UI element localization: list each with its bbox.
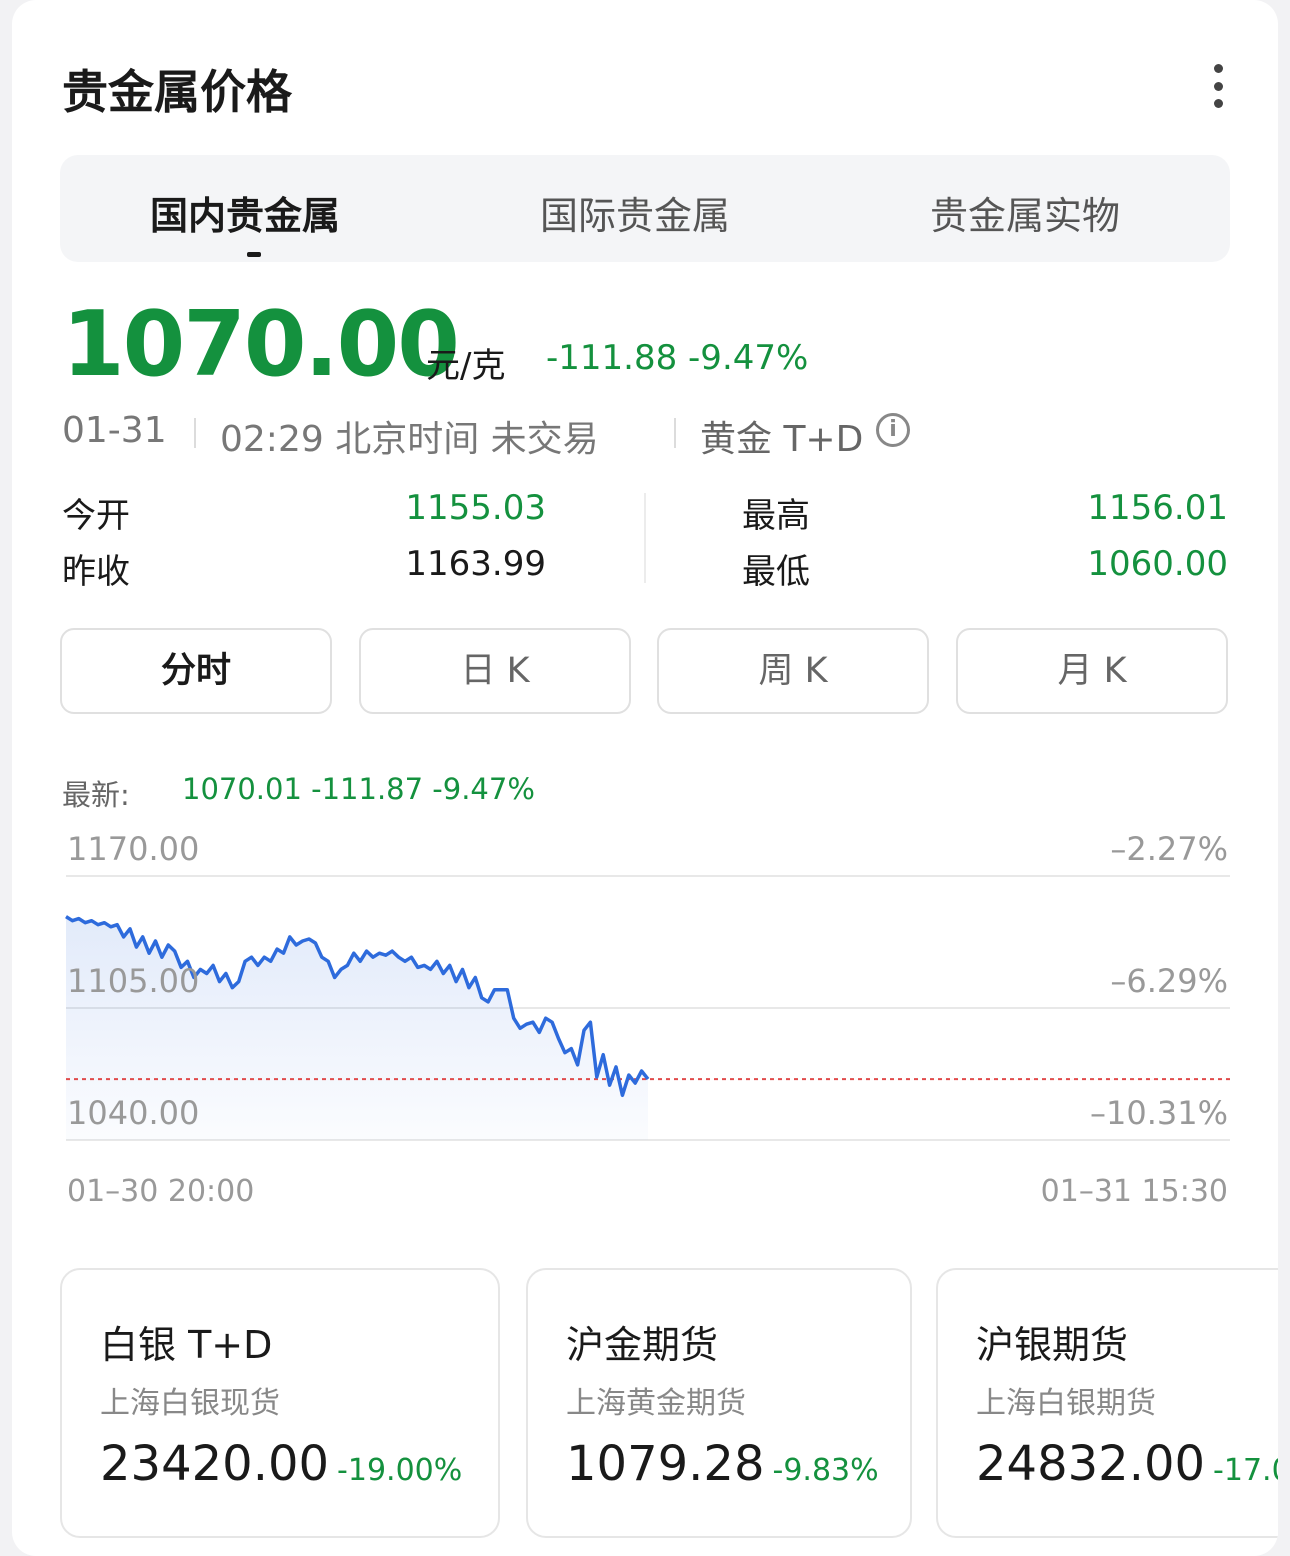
market-price: 23420.00 [100,1436,330,1492]
market-card-silver-futures[interactable]: 沪银期货 上海白银期货 24832.00-17.0 [936,1268,1278,1538]
market-name: 白银 T+D [100,1323,273,1367]
market-card-silver-td[interactable]: 白银 T+D 上海白银现货 23420.00 -19.00% [60,1268,500,1538]
y-axis-label-mid: 1105.00 [67,962,200,1000]
market-name: 沪银期货 [976,1323,1129,1367]
market-change: -17.0 [1213,1453,1278,1488]
market-name: 沪金期货 [566,1323,719,1367]
x-axis-start: 01–30 20:00 [67,1174,255,1209]
market-price-row: 24832.00-17.0 [976,1436,1278,1492]
market-card-gold-futures[interactable]: 沪金期货 上海黄金期货 1079.28 -9.83% [526,1268,912,1538]
y-axis-pct-bottom: –10.31% [1089,1094,1228,1132]
market-desc: 上海白银现货 [100,1386,280,1421]
market-change: -19.00% [337,1453,463,1488]
market-desc: 上海白银期货 [976,1386,1156,1421]
y-axis-pct-mid: –6.29% [1110,962,1228,1000]
market-price: 1079.28 [566,1436,765,1492]
market-price-row: 23420.00 -19.00% [100,1436,462,1492]
market-price: 24832.00 [976,1436,1206,1492]
market-change: -9.83% [772,1453,879,1488]
x-axis-end: 01–31 15:30 [1040,1174,1228,1209]
market-price-row: 1079.28 -9.83% [566,1436,879,1492]
precious-metals-card: 贵金属价格 国内贵金属 国际贵金属 贵金属实物 1070.00 元/克 -111… [12,0,1278,1556]
y-axis-label-bottom: 1040.00 [67,1094,200,1132]
y-axis-label-top: 1170.00 [67,830,200,868]
market-desc: 上海黄金期货 [566,1386,746,1421]
y-axis-pct-top: –2.27% [1110,830,1228,868]
